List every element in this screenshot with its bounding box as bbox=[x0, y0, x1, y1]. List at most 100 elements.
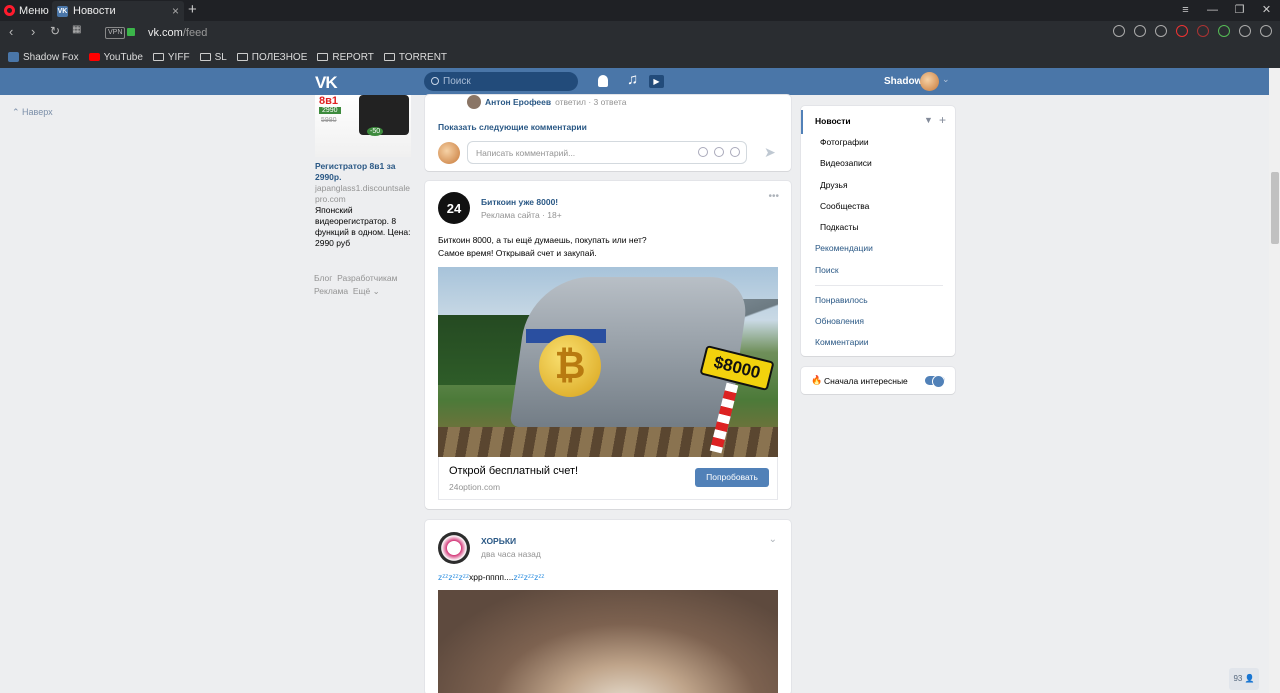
bookmark-label: YIFF bbox=[167, 51, 190, 63]
ad-image[interactable]: 8в1 2990 5980 -50 bbox=[315, 95, 411, 157]
menu-podcasts[interactable]: Подкасты bbox=[820, 222, 859, 232]
search-icon bbox=[431, 77, 439, 85]
user-avatar[interactable] bbox=[920, 72, 939, 91]
bookmark-youtube[interactable]: YouTube bbox=[88, 52, 143, 63]
restore-icon[interactable]: ❐ bbox=[1226, 0, 1253, 21]
comment-placeholder: Написать комментарий... bbox=[476, 148, 576, 158]
notifications-bell-icon[interactable] bbox=[598, 75, 608, 87]
ad-post-avatar[interactable]: 24 bbox=[438, 192, 470, 224]
url-domain: vk.com bbox=[148, 27, 183, 39]
shield-icon[interactable] bbox=[1197, 25, 1209, 37]
chevron-down-icon[interactable]: ⌄ bbox=[769, 534, 777, 545]
bookmark-label: Shadow Fox bbox=[23, 51, 79, 63]
heart-icon[interactable] bbox=[1134, 25, 1146, 37]
menu-comments[interactable]: Комментарии bbox=[815, 337, 869, 347]
scrollbar-track[interactable] bbox=[1269, 68, 1280, 693]
more-options-icon[interactable]: ••• bbox=[768, 191, 779, 202]
online-counter[interactable]: 93 👤 bbox=[1229, 668, 1259, 690]
menu-communities[interactable]: Сообщества bbox=[820, 201, 869, 211]
ferret-photo[interactable] bbox=[438, 590, 778, 693]
toggle-label: Сначала интересные bbox=[824, 376, 908, 386]
username[interactable]: Shadow bbox=[884, 76, 922, 87]
menu-updates[interactable]: Обновления bbox=[815, 316, 864, 326]
ad-cta-block: Открой бесплатный счет! 24option.com Поп… bbox=[438, 457, 778, 500]
forward-icon[interactable]: › bbox=[31, 24, 35, 39]
reply-row[interactable]: Антон Ерофеев ответил · 3 ответа bbox=[467, 95, 626, 109]
extension-icon[interactable] bbox=[1155, 25, 1167, 37]
back-to-top-button[interactable]: ⌃ Наверх bbox=[12, 107, 53, 118]
footer-blog[interactable]: Блог bbox=[314, 273, 332, 283]
search-placeholder: Поиск bbox=[443, 76, 471, 87]
footer-ads[interactable]: Реклама bbox=[314, 286, 348, 296]
bookmark-useful[interactable]: ПОЛЕЗНОЕ bbox=[236, 52, 307, 63]
bookmark-sl[interactable]: SL bbox=[199, 52, 227, 63]
address-bar: ‹ › ↻ ▦ VPN vk.com/feed bbox=[0, 21, 1280, 46]
download-ext-icon[interactable] bbox=[1218, 25, 1230, 37]
attach-icon[interactable] bbox=[698, 147, 708, 157]
add-icon[interactable]: + bbox=[939, 113, 946, 127]
ad-post-author[interactable]: Биткоин уже 8000! bbox=[481, 197, 558, 207]
settings-icon[interactable] bbox=[1260, 25, 1272, 37]
vk-logo[interactable]: VK bbox=[315, 73, 338, 93]
music-icon[interactable]: ♫ bbox=[627, 71, 638, 88]
ad-domain: japanglass1.discountsalepro.com bbox=[315, 183, 410, 204]
footer-developers[interactable]: Разработчикам bbox=[337, 273, 397, 283]
window-controls: ≡ — ❐ ✕ bbox=[1172, 0, 1280, 21]
ferrets-author[interactable]: ХОРЬКИ bbox=[481, 536, 516, 546]
bookmark-shadow-fox[interactable]: Shadow Fox bbox=[8, 52, 79, 63]
minimize-icon[interactable]: — bbox=[1199, 0, 1226, 21]
tab-news[interactable]: VK Новости × bbox=[52, 1, 184, 21]
opera-menu-button[interactable]: Меню bbox=[4, 2, 49, 19]
ferrets-avatar[interactable] bbox=[438, 532, 470, 564]
show-more-comments-link[interactable]: Показать следующие комментарии bbox=[438, 122, 587, 132]
toggle-switch[interactable] bbox=[925, 375, 945, 388]
to-top-label: Наверх bbox=[22, 107, 53, 117]
try-button[interactable]: Попробовать bbox=[695, 468, 769, 487]
lock-icon[interactable] bbox=[127, 28, 135, 36]
menu-liked[interactable]: Понравилось bbox=[815, 295, 868, 305]
filter-icon[interactable]: ▼ bbox=[924, 115, 933, 125]
close-window-icon[interactable]: ✕ bbox=[1253, 0, 1280, 21]
speed-dial-icon[interactable]: ▦ bbox=[72, 24, 81, 35]
scrollbar-thumb[interactable] bbox=[1271, 172, 1279, 244]
adblock-icon[interactable] bbox=[1176, 25, 1188, 37]
bookmark-yiff[interactable]: YIFF bbox=[152, 51, 190, 63]
comment-input[interactable]: Написать комментарий... bbox=[467, 141, 747, 164]
new-tab-button[interactable]: + bbox=[188, 1, 197, 18]
menu-friends[interactable]: Друзья bbox=[820, 180, 848, 190]
ferrets-post-text: zᶻᶻzᶻᶻzᶻᶻхрр-пппп....zᶻᶻzᶻᶻzᶻᶻ bbox=[438, 572, 544, 582]
downloads-icon[interactable] bbox=[1239, 25, 1251, 37]
menu-photos[interactable]: Фотографии bbox=[820, 137, 869, 147]
vpn-badge[interactable]: VPN bbox=[105, 27, 126, 39]
menu-videos[interactable]: Видеозаписи bbox=[820, 158, 872, 168]
bitcoin-icon: ₿ bbox=[539, 335, 601, 397]
interesting-first-toggle-row[interactable]: 🔥 Сначала интересные bbox=[801, 367, 955, 394]
chevron-down-icon[interactable]: ⌄ bbox=[942, 74, 950, 85]
url-field[interactable]: vk.com/feed bbox=[148, 27, 207, 39]
reply-avatar[interactable] bbox=[467, 95, 481, 109]
menu-recommendations[interactable]: Рекомендации bbox=[815, 243, 873, 253]
bookmark-torrent[interactable]: TORRENT bbox=[383, 51, 448, 63]
cta-title[interactable]: Открой бесплатный счет! bbox=[449, 465, 578, 477]
ferrets-meta[interactable]: два часа назад bbox=[481, 549, 541, 559]
close-tab-icon[interactable]: × bbox=[172, 4, 179, 18]
left-ad[interactable]: 8в1 2990 5980 -50 Регистратор 8в1 за 299… bbox=[315, 95, 411, 249]
bookmark-report[interactable]: REPORT bbox=[317, 52, 374, 63]
player-play-icon[interactable]: ▶ bbox=[649, 75, 664, 88]
footer-more[interactable]: Ещё bbox=[353, 286, 370, 296]
search-input[interactable]: Поиск bbox=[424, 72, 578, 91]
emoji-icon[interactable] bbox=[730, 147, 740, 157]
url-path: /feed bbox=[182, 27, 208, 39]
camera-icon[interactable] bbox=[714, 147, 724, 157]
reload-icon[interactable]: ↻ bbox=[50, 24, 60, 38]
menu-search[interactable]: Поиск bbox=[815, 265, 839, 275]
menu-news[interactable]: Новости bbox=[815, 116, 851, 126]
reply-author[interactable]: Антон Ерофеев bbox=[485, 97, 551, 107]
ad-title[interactable]: Регистратор 8в1 за 2990р. bbox=[315, 161, 411, 183]
easy-setup-icon[interactable]: ≡ bbox=[1172, 0, 1199, 21]
back-icon[interactable]: ‹ bbox=[9, 24, 13, 39]
bookmark-label: TORRENT bbox=[398, 51, 448, 63]
ad-post-image[interactable]: ₿ $8000 bbox=[438, 267, 778, 457]
send-icon[interactable]: ➤ bbox=[764, 144, 776, 161]
camera-icon[interactable] bbox=[1113, 25, 1125, 37]
